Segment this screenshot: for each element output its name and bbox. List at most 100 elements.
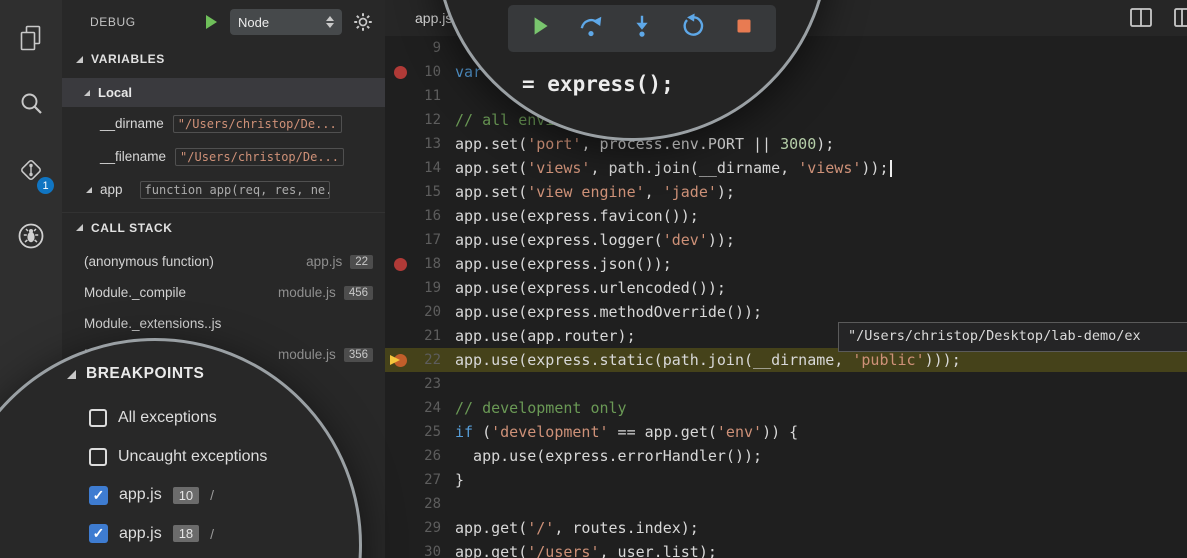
line-number: 16 (415, 208, 441, 224)
scope-label: Local (98, 85, 132, 100)
variable-value: function app(req, res, ne... (140, 181, 330, 199)
breakpoint-item[interactable]: Uncaught exceptions (89, 442, 267, 472)
breakpoint-checkbox[interactable]: ✓ (89, 524, 108, 543)
breakpoint-margin[interactable] (385, 276, 415, 300)
breakpoint-checkbox[interactable] (89, 409, 107, 427)
step-over-button[interactable] (573, 11, 609, 47)
code-text: app.get('/users', user.list); (441, 543, 717, 558)
step-into-icon (629, 13, 655, 44)
code-text: // development only (441, 399, 627, 417)
variable-name: __filename (100, 149, 166, 164)
callstack-frame[interactable]: Module._compilemodule.js456 (62, 277, 385, 308)
line-number: 25 (415, 424, 441, 440)
breakpoint-margin[interactable] (385, 60, 415, 84)
breakpoint-margin[interactable] (385, 396, 415, 420)
debug-icon (16, 221, 46, 251)
code-text: app.use(express.methodOverride()); (441, 303, 762, 321)
breakpoint-margin[interactable] (385, 228, 415, 252)
breakpoint-margin[interactable] (385, 444, 415, 468)
twisty-icon (86, 187, 92, 193)
start-debug-button[interactable] (204, 14, 219, 30)
debug-config-select[interactable]: Node (230, 9, 342, 35)
code-line: 12// all environments (385, 108, 1187, 132)
code-text: app.use(express.errorHandler()); (441, 447, 762, 465)
breakpoint-line-badge: 10 (173, 487, 199, 504)
breakpoint-item[interactable]: All exceptions (89, 403, 217, 433)
chevron-updown-icon (326, 16, 334, 28)
breakpoints-section-header[interactable]: BREAKPOINTS (67, 365, 204, 383)
line-number: 20 (415, 304, 441, 320)
line-number: 9 (415, 40, 441, 56)
variable-name: __dirname (100, 116, 164, 131)
twisty-icon (67, 370, 76, 379)
activity-debug[interactable] (0, 203, 62, 269)
line-number: 27 (415, 472, 441, 488)
code-text: app.get('/', routes.index); (441, 519, 699, 537)
variable-row[interactable]: __filename "/Users/christop/De... (62, 140, 385, 173)
code-text: app.use(express.json()); (441, 255, 672, 273)
breakpoint-path: / (210, 526, 214, 542)
breakpoint-margin[interactable] (385, 348, 415, 372)
frame-line-badge: 22 (350, 255, 373, 269)
activity-source-control[interactable]: 1 (0, 137, 62, 203)
step-into-button[interactable] (624, 11, 660, 47)
restart-button[interactable] (675, 11, 711, 47)
code-line: 18app.use(express.json()); (385, 252, 1187, 276)
code-area[interactable]: 910var app = express();1112// all enviro… (385, 36, 1187, 558)
breakpoint-icon (394, 258, 407, 271)
code-line: 14app.set('views', path.join(__dirname, … (385, 156, 1187, 180)
breakpoint-margin[interactable] (385, 324, 415, 348)
variable-row[interactable]: __dirname"/Users/christop/De... (62, 107, 385, 140)
breakpoint-margin[interactable] (385, 300, 415, 324)
gear-icon[interactable] (353, 12, 373, 32)
activity-explorer[interactable] (0, 5, 62, 71)
breakpoint-checkbox[interactable]: ✓ (89, 486, 108, 505)
breakpoint-margin[interactable] (385, 516, 415, 540)
code-line: 24// development only (385, 396, 1187, 420)
variables-section-header[interactable]: VARIABLES (62, 44, 385, 74)
breakpoint-margin[interactable] (385, 108, 415, 132)
editor-actions-icon[interactable] (1174, 8, 1187, 27)
breakpoint-item[interactable]: ✓app.js10/ (89, 480, 214, 510)
breakpoint-margin[interactable] (385, 540, 415, 558)
frame-file: module.js (278, 347, 336, 362)
breakpoint-margin[interactable] (385, 492, 415, 516)
breakpoint-margin[interactable] (385, 372, 415, 396)
callstack-frame[interactable]: Module._extensions..js (62, 308, 385, 339)
split-editor-icon[interactable] (1130, 8, 1152, 27)
breakpoint-margin[interactable] (385, 36, 415, 60)
callstack-title: CALL STACK (91, 221, 173, 235)
breakpoint-margin[interactable] (385, 420, 415, 444)
frame-line-badge: 356 (344, 348, 373, 362)
magnified-code: = express(); (522, 72, 674, 96)
callstack-section-header[interactable]: CALL STACK (62, 212, 385, 242)
callstack-frame[interactable]: (anonymous function)app.js22 (62, 246, 385, 277)
continue-button[interactable] (522, 11, 558, 47)
variable-row[interactable]: appfunction app(req, res, ne... (62, 173, 385, 206)
code-line: 16app.use(express.favicon()); (385, 204, 1187, 228)
breakpoint-margin[interactable] (385, 84, 415, 108)
breakpoint-checkbox[interactable] (89, 448, 107, 466)
breakpoint-margin[interactable] (385, 204, 415, 228)
code-text: app.use(express.static(path.join(__dirna… (441, 351, 961, 369)
code-text: app.use(express.logger('dev')); (441, 231, 735, 249)
line-number: 29 (415, 520, 441, 536)
breakpoint-margin[interactable] (385, 180, 415, 204)
activity-search[interactable] (0, 71, 62, 137)
breakpoint-margin[interactable] (385, 252, 415, 276)
debug-hover-tooltip: "/Users/christop/Desktop/lab-demo/ex (838, 322, 1187, 352)
line-number: 13 (415, 136, 441, 152)
debug-title: DEBUG (90, 15, 193, 29)
breakpoint-margin[interactable] (385, 156, 415, 180)
line-number: 12 (415, 112, 441, 128)
breakpoint-margin[interactable] (385, 468, 415, 492)
debug-config-label: Node (238, 15, 269, 30)
stop-button[interactable] (726, 11, 762, 47)
variable-value: "/Users/christop/De... (175, 148, 344, 166)
breakpoint-item[interactable]: ✓app.js18/ (89, 519, 214, 549)
continue-icon (527, 13, 553, 44)
scm-badge: 1 (37, 177, 54, 194)
line-number: 28 (415, 496, 441, 512)
scope-local[interactable]: Local (62, 78, 385, 107)
breakpoint-margin[interactable] (385, 132, 415, 156)
